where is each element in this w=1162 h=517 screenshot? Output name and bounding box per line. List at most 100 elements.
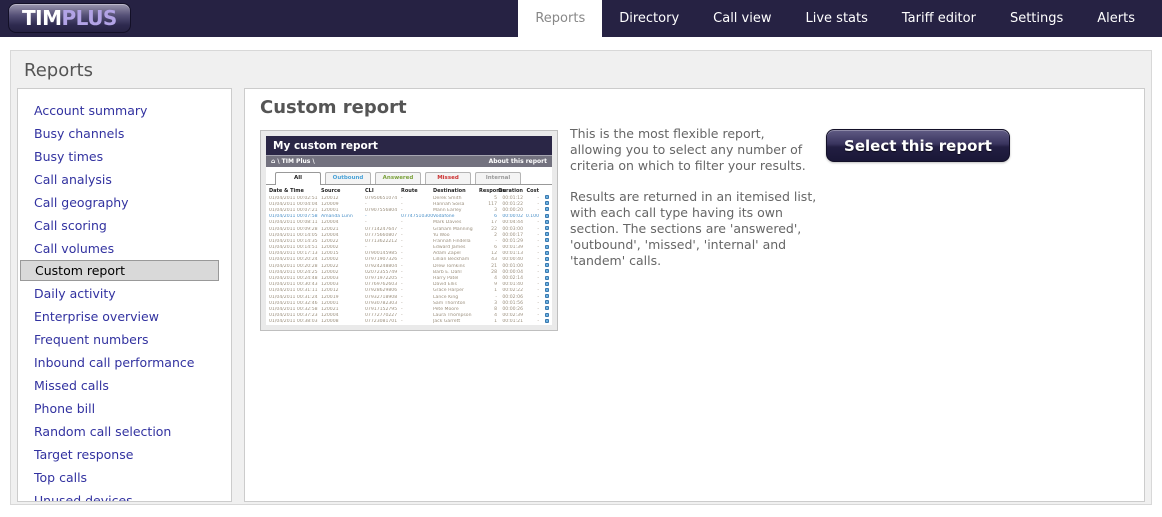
- cell-route: -: [401, 294, 403, 300]
- call-detail-icon[interactable]: [545, 287, 549, 292]
- cell-cost: -: [537, 276, 539, 282]
- call-detail-icon[interactable]: [545, 294, 549, 299]
- sidebar-item-random-call-selection[interactable]: Random call selection: [18, 420, 231, 442]
- thumb-tab-missed[interactable]: Missed: [425, 172, 471, 184]
- sidebar-item-top-calls[interactable]: Top calls: [18, 466, 231, 488]
- table-row[interactable]: 01/04/2011 00:04:04 120009 - - Hannah Soisa 1…: [266, 201, 552, 207]
- call-detail-icon[interactable]: [545, 275, 549, 280]
- call-detail-icon[interactable]: [545, 232, 549, 237]
- cell-cost: -: [537, 319, 539, 325]
- sidebar-item-call-geography[interactable]: Call geography: [18, 191, 231, 213]
- call-detail-icon[interactable]: [545, 318, 549, 323]
- sidebar-item-daily-activity[interactable]: Daily activity: [18, 282, 231, 304]
- table-row[interactable]: 01/04/2011 00:02:51 120012 07950651074- Der…: [266, 195, 552, 201]
- sidebar-item-busy-times[interactable]: Busy times: [18, 145, 231, 167]
- table-row[interactable]: 01/04/2011 00:07:58 Amanda Lunn - 077475103…: [266, 213, 552, 220]
- cell-actions: [539, 306, 549, 312]
- cell-duration: 00:01:13: [502, 251, 523, 257]
- sidebar-item-busy-channels[interactable]: Busy channels: [18, 122, 231, 144]
- cell-cli: 07713622212: [365, 238, 398, 244]
- table-row[interactable]: 01/04/2011 00:20:24 120002 07971907326- Lil…: [266, 256, 552, 263]
- call-detail-icon[interactable]: [545, 281, 549, 286]
- call-detail-icon[interactable]: [545, 207, 549, 212]
- table-row[interactable]: 01/04/2011 00:31:24 120019 07932718908- Lan…: [266, 294, 552, 300]
- call-detail-icon[interactable]: [545, 250, 549, 255]
- cell-destination: Yu Woo: [433, 232, 450, 238]
- nav-tab-tariff-editor[interactable]: Tariff editor: [885, 0, 993, 37]
- table-row[interactable]: 01/04/2011 00:14:51 120002 - - Edward James 6…: [266, 244, 552, 251]
- nav-tab-directory[interactable]: Directory: [602, 0, 696, 37]
- table-row[interactable]: 01/04/2011 00:09:28 120021 07714247647- Gra…: [266, 226, 552, 232]
- cell-response: -: [495, 238, 497, 244]
- call-detail-icon[interactable]: [545, 219, 549, 224]
- table-row[interactable]: 01/04/2011 00:37:23 120004 07772770227- Lau…: [266, 312, 552, 319]
- table-row[interactable]: 01/04/2011 00:32:58 120021 07917152795- Pet…: [266, 306, 552, 312]
- thumb-report-title: My custom report: [266, 136, 552, 155]
- table-row[interactable]: 01/04/2011 00:38:03 120008 07723081701- Jac…: [266, 318, 552, 325]
- call-detail-icon[interactable]: [545, 244, 549, 249]
- sidebar-item-frequent-numbers[interactable]: Frequent numbers: [18, 328, 231, 350]
- table-row[interactable]: 01/04/2011 00:32:46 120001 07930782303- Sam…: [266, 300, 552, 306]
- table-row[interactable]: 01/04/2011 00:31:11 120012 07928629806- Gra…: [266, 287, 552, 294]
- nav-tab-live-stats[interactable]: Live stats: [789, 0, 885, 37]
- table-row[interactable]: 01/04/2011 00:24:48 120003 07971972205- Har…: [266, 275, 552, 281]
- sidebar-item-target-response[interactable]: Target response: [18, 443, 231, 465]
- thumb-tab-all[interactable]: All: [275, 172, 321, 185]
- sidebar-item-call-analysis[interactable]: Call analysis: [18, 168, 231, 190]
- cell-source: 120003: [321, 282, 339, 288]
- sidebar-item-call-volumes[interactable]: Call volumes: [18, 237, 231, 259]
- call-detail-icon[interactable]: [545, 213, 549, 218]
- thumb-tab-internal[interactable]: Internal: [475, 172, 521, 184]
- cell-date-time: 01/04/2011 00:14:35: [269, 238, 318, 244]
- sidebar-item-missed-calls[interactable]: Missed calls: [18, 374, 231, 396]
- report-description-p1: This is the most flexible report, allowi…: [570, 126, 806, 173]
- cell-cli: 07775660807: [365, 232, 398, 238]
- sidebar-item-inbound-call-performance[interactable]: Inbound call performance: [18, 351, 231, 373]
- table-row[interactable]: 01/04/2011 00:08:11 120004 - - Mark Davies 17…: [266, 219, 552, 226]
- call-detail-icon[interactable]: [545, 300, 549, 305]
- nav-tab-alerts[interactable]: Alerts: [1080, 0, 1152, 37]
- cell-actions: [539, 207, 549, 213]
- cell-date-time: 01/04/2011 00:24:25: [269, 269, 318, 275]
- call-detail-icon[interactable]: [545, 201, 549, 206]
- thumb-tab-answered[interactable]: Answered: [375, 172, 421, 184]
- nav-tab-call-view[interactable]: Call view: [696, 0, 788, 37]
- sidebar-item-enterprise-overview[interactable]: Enterprise overview: [18, 305, 231, 327]
- thumb-tab-outbound[interactable]: Outbound: [325, 172, 371, 184]
- cell-source: 120001: [321, 300, 339, 306]
- select-this-report-button[interactable]: Select this report: [826, 129, 1010, 162]
- cell-source: 120004: [321, 313, 339, 319]
- call-detail-icon[interactable]: [545, 312, 549, 317]
- nav-tab-settings[interactable]: Settings: [993, 0, 1080, 37]
- cell-source: 120008: [321, 319, 339, 325]
- call-detail-icon[interactable]: [545, 238, 549, 243]
- cell-date-time: 01/04/2011 00:31:11: [269, 288, 318, 294]
- cell-destination: Derek Smith: [433, 195, 462, 201]
- sidebar-item-unused-devices[interactable]: Unused devices: [18, 489, 231, 501]
- sidebar-item-custom-report[interactable]: Custom report: [20, 260, 219, 281]
- table-row[interactable]: 01/04/2011 00:17:13 120015 07900145985- Ada…: [266, 250, 552, 257]
- cell-duration: 00:00:40: [502, 257, 523, 263]
- cell-date-time: 01/04/2011 00:17:13: [269, 251, 318, 257]
- sidebar-item-call-scoring[interactable]: Call scoring: [18, 214, 231, 236]
- call-detail-icon[interactable]: [545, 263, 549, 268]
- table-row[interactable]: 01/04/2011 00:30:43 120003 07769762603- Dav…: [266, 281, 552, 288]
- table-row[interactable]: 01/04/2011 00:14:35 120022 07713622212- Fra…: [266, 238, 552, 244]
- call-detail-icon[interactable]: [545, 269, 549, 274]
- table-row[interactable]: 01/04/2011 00:20:28 120022 07924248804- Dre…: [266, 263, 552, 269]
- call-detail-icon[interactable]: [545, 256, 549, 261]
- table-row[interactable]: 01/04/2011 00:14:05 120004 07775660807- Yu …: [266, 232, 552, 238]
- sidebar-item-account-summary[interactable]: Account summary: [18, 99, 231, 121]
- call-detail-icon[interactable]: [545, 306, 549, 311]
- sidebar-item-phone-bill[interactable]: Phone bill: [18, 397, 231, 419]
- call-detail-icon[interactable]: [545, 226, 549, 231]
- table-row[interactable]: 01/04/2011 00:24:25 120002 02072355749- Bar…: [266, 269, 552, 275]
- call-detail-icon[interactable]: [545, 195, 549, 200]
- cell-route: -: [401, 201, 403, 207]
- nav-tab-reports[interactable]: Reports: [518, 0, 603, 37]
- report-list-sidebar: Account summary Busy channels Busy times Ca…: [17, 88, 232, 502]
- table-row[interactable]: 01/04/2011 00:07:21 120001 07907556804- Man…: [266, 207, 552, 213]
- thumb-col-source: Source: [321, 187, 341, 194]
- cell-date-time: 01/04/2011 00:09:28: [269, 226, 318, 232]
- cell-duration: 00:00:04: [502, 269, 523, 275]
